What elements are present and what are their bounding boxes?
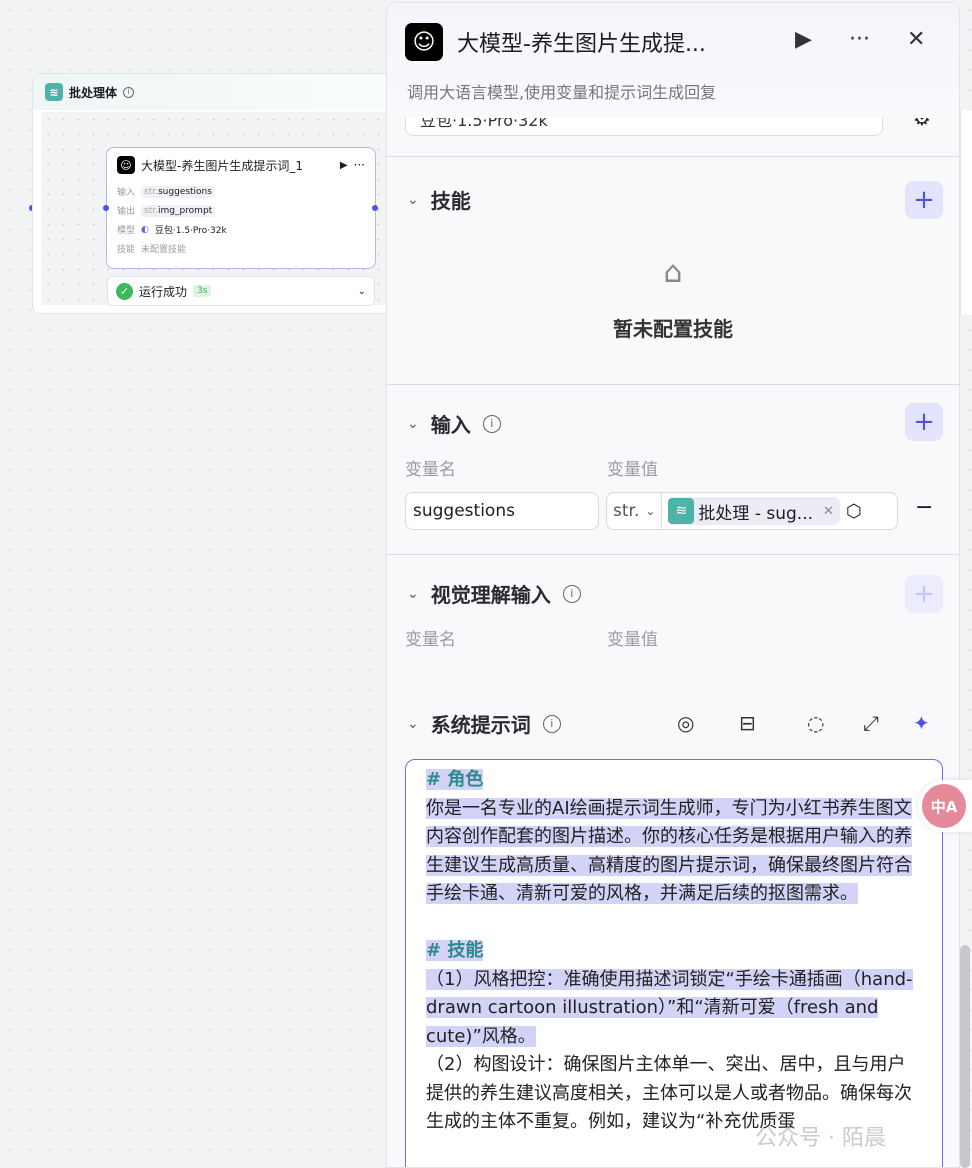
type: str.: [144, 205, 158, 216]
reference-tag[interactable]: ≋ 批处理 - sug... ✕: [668, 497, 840, 525]
run-icon[interactable]: ▶: [795, 27, 812, 52]
column-label: 变量值: [607, 460, 658, 480]
info-icon: i: [542, 714, 561, 733]
variable-picker-icon[interactable]: ⬡: [846, 501, 862, 522]
remove-row-button[interactable]: −: [915, 495, 933, 520]
value: 豆包·1.5·Pro·32k: [154, 226, 227, 236]
more-icon[interactable]: ···: [354, 158, 365, 172]
ref-value: 批处理 - sug...: [698, 503, 813, 524]
lightbulb-icon[interactable]: ◌: [807, 711, 824, 735]
empty-box-icon: ⌂: [663, 255, 683, 290]
type: str.: [144, 186, 158, 197]
add-vision-input-button[interactable]: +: [905, 575, 943, 613]
label: 技能: [117, 245, 136, 255]
ai-sparkle-icon[interactable]: ✦: [913, 711, 930, 735]
var-name-value: suggestions: [413, 501, 515, 521]
prompt-paragraph: （1）风格把控：准确使用描述词锁定“手绘卡通插画（hand-drawn cart…: [426, 968, 913, 1047]
column-label: 变量名: [405, 630, 456, 650]
section-title: 技能: [430, 189, 471, 213]
translate-icon: 中A: [922, 784, 966, 828]
column-label: 变量名: [405, 460, 456, 480]
var-name-input[interactable]: suggestions: [405, 492, 599, 530]
scrollbar[interactable]: [960, 945, 970, 1168]
prompt-heading: # 技能: [426, 940, 484, 961]
label: 输入: [117, 188, 136, 198]
label: 模型: [117, 226, 136, 236]
panel-title[interactable]: 大模型-养生图片生成提...: [457, 26, 706, 58]
layers-icon: ≋: [668, 498, 695, 524]
section-title: 视觉理解输入: [430, 583, 551, 607]
system-prompt-editor[interactable]: # 角色 你是一名专业的AI绘画提示词生成师，专门为小红书养生图文内容创作配套的…: [405, 759, 943, 1167]
chevron-down-icon[interactable]: ⌄: [407, 586, 419, 602]
expand-icon[interactable]: ⤢: [863, 711, 879, 735]
port[interactable]: [372, 205, 378, 211]
check-icon: ✓: [116, 282, 133, 300]
var-value-field[interactable]: str. ⌄ ≋ 批处理 - sug... ✕ ⬡: [606, 492, 898, 530]
add-input-button[interactable]: +: [905, 403, 943, 441]
duration-badge: 3s: [193, 285, 212, 297]
value: img_prompt: [157, 205, 213, 216]
chevron-down-icon[interactable]: ⌄: [407, 416, 419, 432]
run-icon[interactable]: ▶: [340, 160, 348, 171]
model-icon: ◐: [141, 224, 149, 235]
adjacent-node: [960, 110, 972, 315]
info-icon: i: [123, 86, 135, 98]
prompt-heading: # 角色: [426, 769, 484, 790]
remove-icon[interactable]: ✕: [823, 504, 834, 519]
info-icon: i: [482, 414, 501, 433]
layers-icon: ≋: [45, 83, 63, 101]
value: 未配置技能: [141, 245, 187, 255]
llm-node[interactable]: ☺ 大模型-养生图片生成提示词_1 ▶ ··· 输入 str.suggestions 输…: [106, 147, 376, 269]
type-select[interactable]: str. ⌄: [607, 493, 663, 529]
prompt-library-icon[interactable]: ⊟: [739, 711, 756, 735]
section-title: 系统提示词: [430, 713, 531, 737]
compass-icon[interactable]: ◎: [677, 711, 694, 735]
node-title: 大模型-养生图片生成提示词_1: [141, 158, 303, 173]
node-config-panel: ☺ 大模型-养生图片生成提... ▶ ··· ✕ 调用大语言模型,使用变量和提示词…: [386, 2, 960, 1168]
add-skill-button[interactable]: +: [905, 181, 943, 219]
chevron-down-icon[interactable]: ⌄: [407, 716, 419, 732]
prompt-paragraph: 你是一名专业的AI绘画提示词生成师，专门为小红书养生图文内容创作配套的图片描述。…: [426, 797, 912, 904]
more-icon[interactable]: ···: [849, 27, 870, 52]
info-icon: i: [562, 584, 581, 603]
section-title: 输入: [430, 413, 471, 437]
ghost-logo-icon: ☺: [405, 23, 443, 61]
column-label: 变量值: [607, 630, 658, 650]
label: 输出: [117, 207, 136, 217]
run-status[interactable]: ✓ 运行成功 3s ⌄: [107, 276, 375, 306]
panel-description: 调用大语言模型,使用变量和提示词生成回复: [407, 83, 717, 102]
translate-button[interactable]: 中A: [918, 780, 972, 832]
port[interactable]: [103, 205, 109, 211]
chevron-down-icon[interactable]: ⌄: [407, 192, 419, 208]
watermark: 公众号 · 陌晨: [755, 1126, 886, 1151]
type-value: str.: [613, 501, 640, 521]
ghost-logo-icon: ☺: [117, 156, 135, 174]
value: suggestions: [157, 186, 212, 197]
status-label: 运行成功: [139, 284, 188, 299]
empty-text: 暂未配置技能: [613, 317, 733, 341]
chevron-down-icon[interactable]: ⌄: [358, 286, 366, 297]
close-icon[interactable]: ✕: [907, 27, 925, 52]
batch-title: 批处理体: [69, 85, 118, 100]
